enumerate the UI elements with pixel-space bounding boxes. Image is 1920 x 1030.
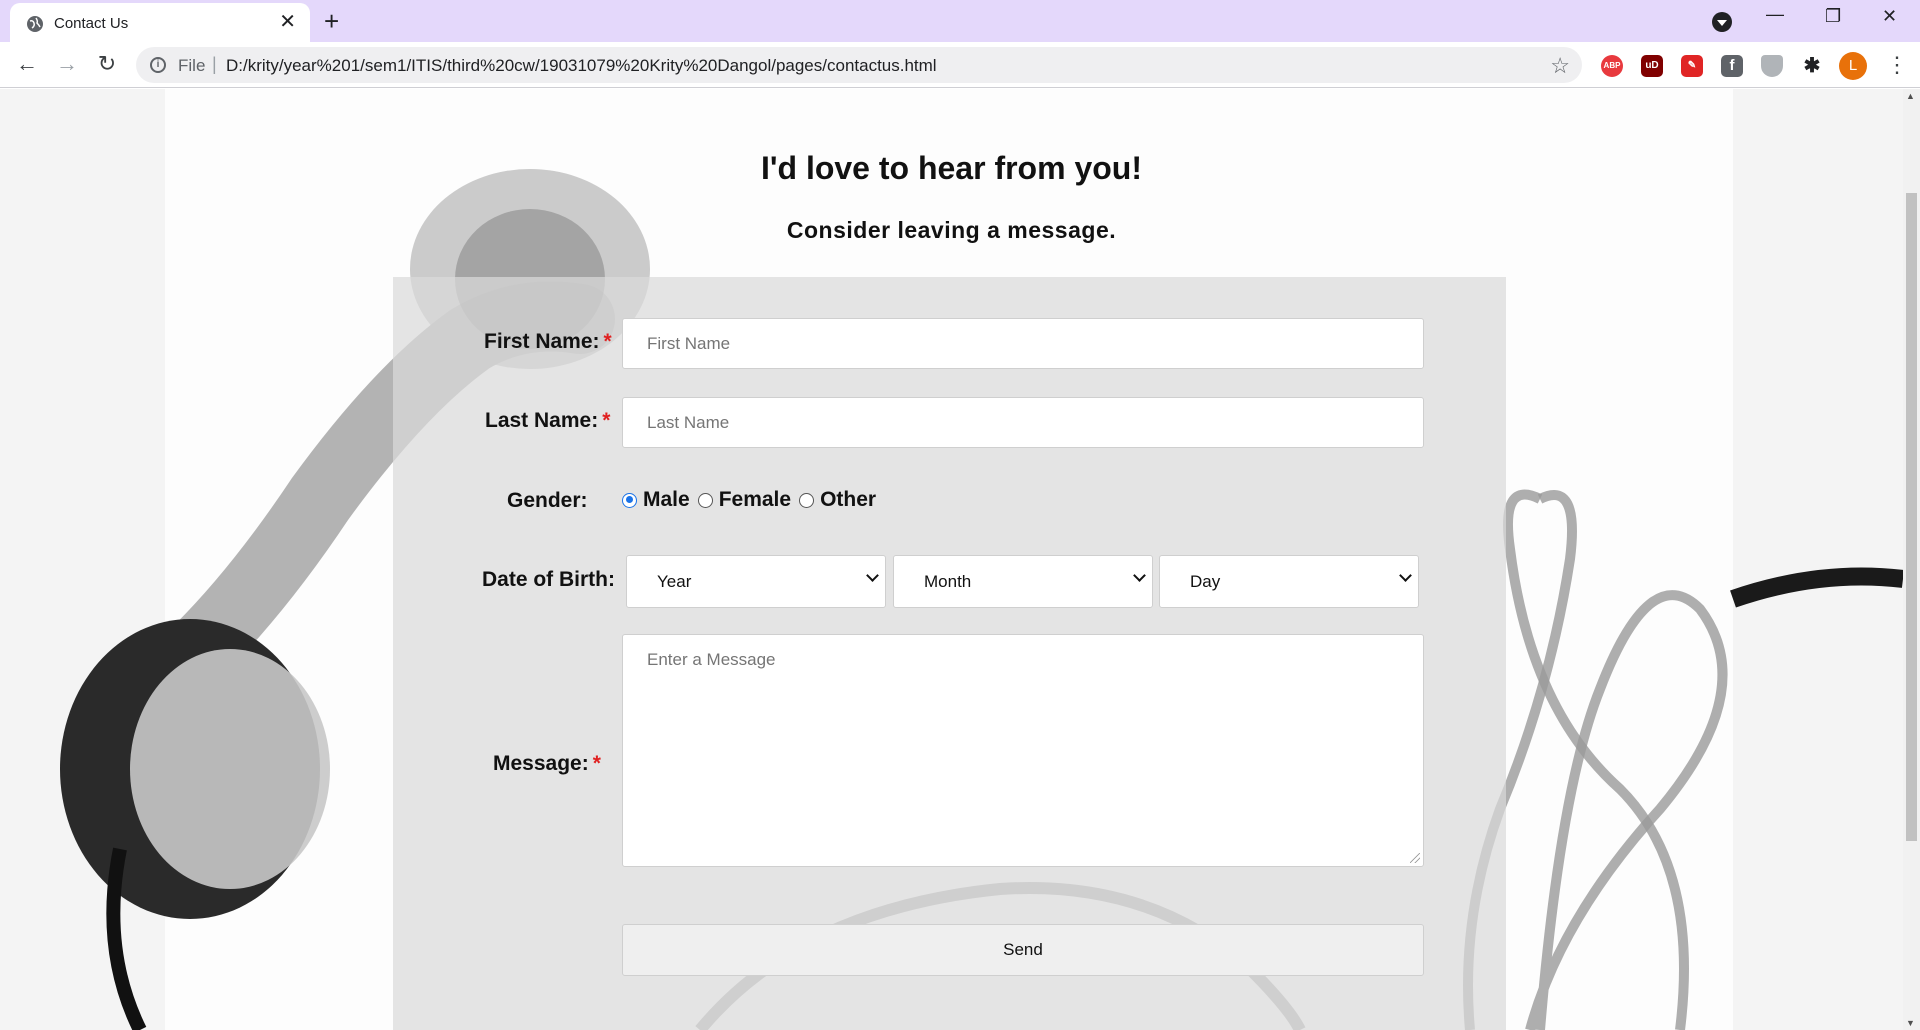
tab-strip: Contact Us ✕ + — ❐ ✕ [0,0,1920,42]
extensions-puzzle-icon[interactable]: ✱ [1801,55,1823,77]
required-marker: * [603,330,612,353]
tab-contact-us[interactable]: Contact Us ✕ [10,3,310,42]
dob-month-value: Month [924,572,972,591]
bookmark-star-icon[interactable]: ☆ [1550,53,1570,79]
address-scheme: File [178,56,206,75]
minimize-icon[interactable]: — [1766,4,1784,25]
reload-icon[interactable]: ↻ [94,51,120,77]
message-placeholder: Enter a Message [647,650,776,669]
dob-label: Date of Birth: [482,568,615,591]
scroll-up-icon[interactable]: ▲ [1906,91,1915,101]
resize-handle-icon[interactable] [1410,853,1420,863]
message-textarea[interactable]: Enter a Message [622,634,1424,867]
gender-male-label[interactable]: Male [643,488,690,512]
address-separator: | [212,54,217,74]
message-label: Message: * [493,752,601,775]
last-name-input[interactable] [622,397,1424,448]
new-tab-button[interactable]: + [324,8,339,34]
info-icon[interactable]: i [150,57,166,73]
chevron-down-icon [866,569,879,582]
dob-day-select[interactable]: Day [1159,555,1419,608]
page-subheading: Consider leaving a message. [786,217,1117,243]
gender-other-radio[interactable] [799,492,815,508]
chevron-down-icon [1399,569,1412,582]
required-marker: * [602,409,611,432]
restore-icon[interactable]: ❐ [1825,6,1841,27]
page-scrollbar[interactable]: ▲ ▼ [1903,89,1920,1030]
dob-year-value: Year [657,572,692,591]
scrollbar-thumb[interactable] [1906,193,1917,841]
facebook-icon[interactable]: f [1721,55,1743,77]
gender-female-label[interactable]: Female [719,488,791,512]
browser-toolbar: ← → ↻ i File | D:/krity/year%201/sem1/IT… [0,42,1920,88]
ublock-icon[interactable]: uD [1641,55,1663,77]
dob-year-select[interactable]: Year [626,555,886,608]
send-button[interactable]: Send [622,924,1424,976]
address-url[interactable]: D:/krity/year%201/sem1/ITIS/third%20cw/1… [226,56,937,76]
scroll-down-icon[interactable]: ▼ [1906,1018,1915,1028]
shield-icon[interactable] [1761,55,1783,77]
gender-other-label[interactable]: Other [820,488,876,512]
first-name-input[interactable] [622,318,1424,369]
dob-month-select[interactable]: Month [893,555,1153,608]
gender-radio-group: Male Female Other [622,488,884,512]
pdf-extension-icon[interactable]: ✎ [1681,55,1703,77]
dob-day-value: Day [1190,572,1221,591]
adblock-plus-icon[interactable]: ABP [1601,55,1623,77]
close-window-icon[interactable]: ✕ [1882,6,1897,27]
gender-female-radio[interactable] [697,492,713,508]
address-bar[interactable]: i File | D:/krity/year%201/sem1/ITIS/thi… [136,47,1582,83]
last-name-label: Last Name: * [485,409,611,432]
tab-close-icon[interactable]: ✕ [279,12,296,32]
forward-icon[interactable]: → [54,51,80,77]
required-marker: * [592,752,601,775]
page-viewport: I'd love to hear from you! Consider leav… [0,89,1903,1030]
back-icon[interactable]: ← [14,51,40,77]
tab-title: Contact Us [54,15,129,32]
tab-search-icon[interactable] [1712,12,1732,32]
chevron-down-icon [1133,569,1146,582]
gender-label: Gender: [507,489,588,512]
gender-male-radio[interactable] [622,492,637,508]
page-heading: I'd love to hear from you! [761,150,1142,186]
first-name-label: First Name: * [484,330,612,353]
browser-menu-icon[interactable]: ⋮ [1886,52,1908,78]
globe-icon [27,16,43,32]
profile-avatar[interactable]: L [1839,52,1867,80]
